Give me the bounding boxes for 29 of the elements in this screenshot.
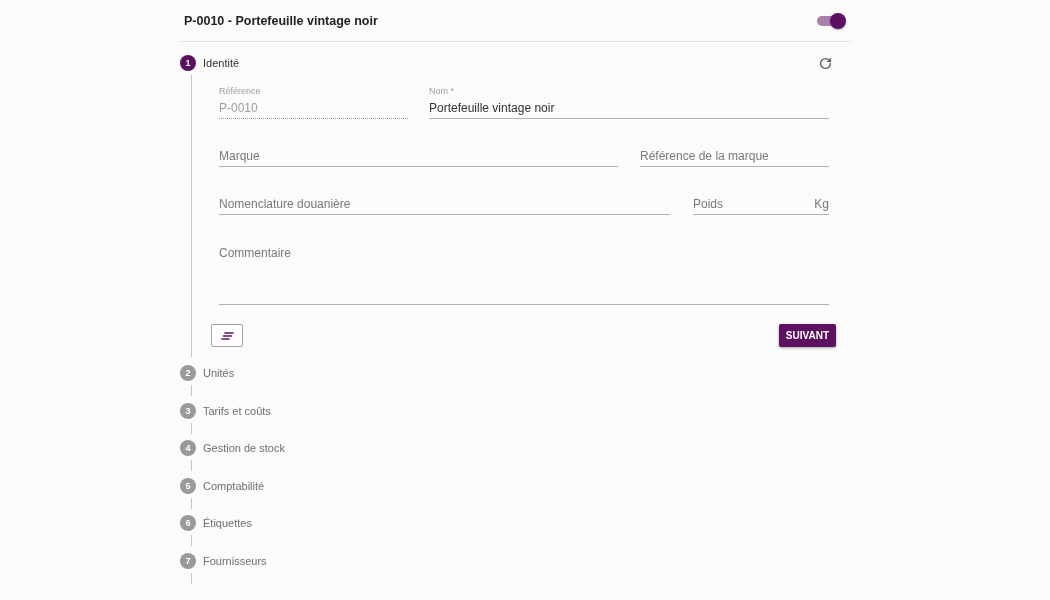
step-number: 5 [180,477,196,494]
step-number: 7 [180,552,196,569]
step-number: 3 [180,402,196,419]
unit-label: Kg [810,193,829,215]
text-field[interactable]: Référence de la marque [640,145,829,167]
text-field[interactable]: Poids [693,193,811,215]
refresh-icon[interactable] [819,56,832,70]
text-field[interactable]: Portefeuille vintage noir [429,97,829,119]
text-field[interactable]: Nomenclature douanière [219,193,670,215]
page-title: P-0010 - Portefeuille vintage noir [184,13,378,28]
step-header[interactable]: 3 Tarifs et coûts [180,402,271,419]
field-label: Nom * [429,85,455,97]
step-header[interactable]: 1 Identité [180,55,240,71]
step-number: 6 [180,515,196,531]
step-header[interactable]: 2 Unités [180,365,235,381]
step-header[interactable]: 6 Étiquettes [180,515,252,531]
step-number: 4 [180,440,196,456]
next-button[interactable]: SUIVANT [778,324,836,347]
toggle-switch[interactable] [816,12,846,29]
step-header[interactable]: 7 Fournisseurs [180,552,267,569]
step-number: 1 [180,55,196,71]
step-number: 2 [180,365,196,381]
field-label: Référence [219,85,262,97]
lines-icon [220,331,234,340]
step-header[interactable]: 4 Gestion de stock [180,440,285,456]
text-field[interactable]: Marque [219,145,618,167]
comment-field[interactable]: Commentaire [219,241,829,305]
step-header[interactable]: 5 Comptabilité [180,477,265,494]
notes-button[interactable] [211,324,243,347]
